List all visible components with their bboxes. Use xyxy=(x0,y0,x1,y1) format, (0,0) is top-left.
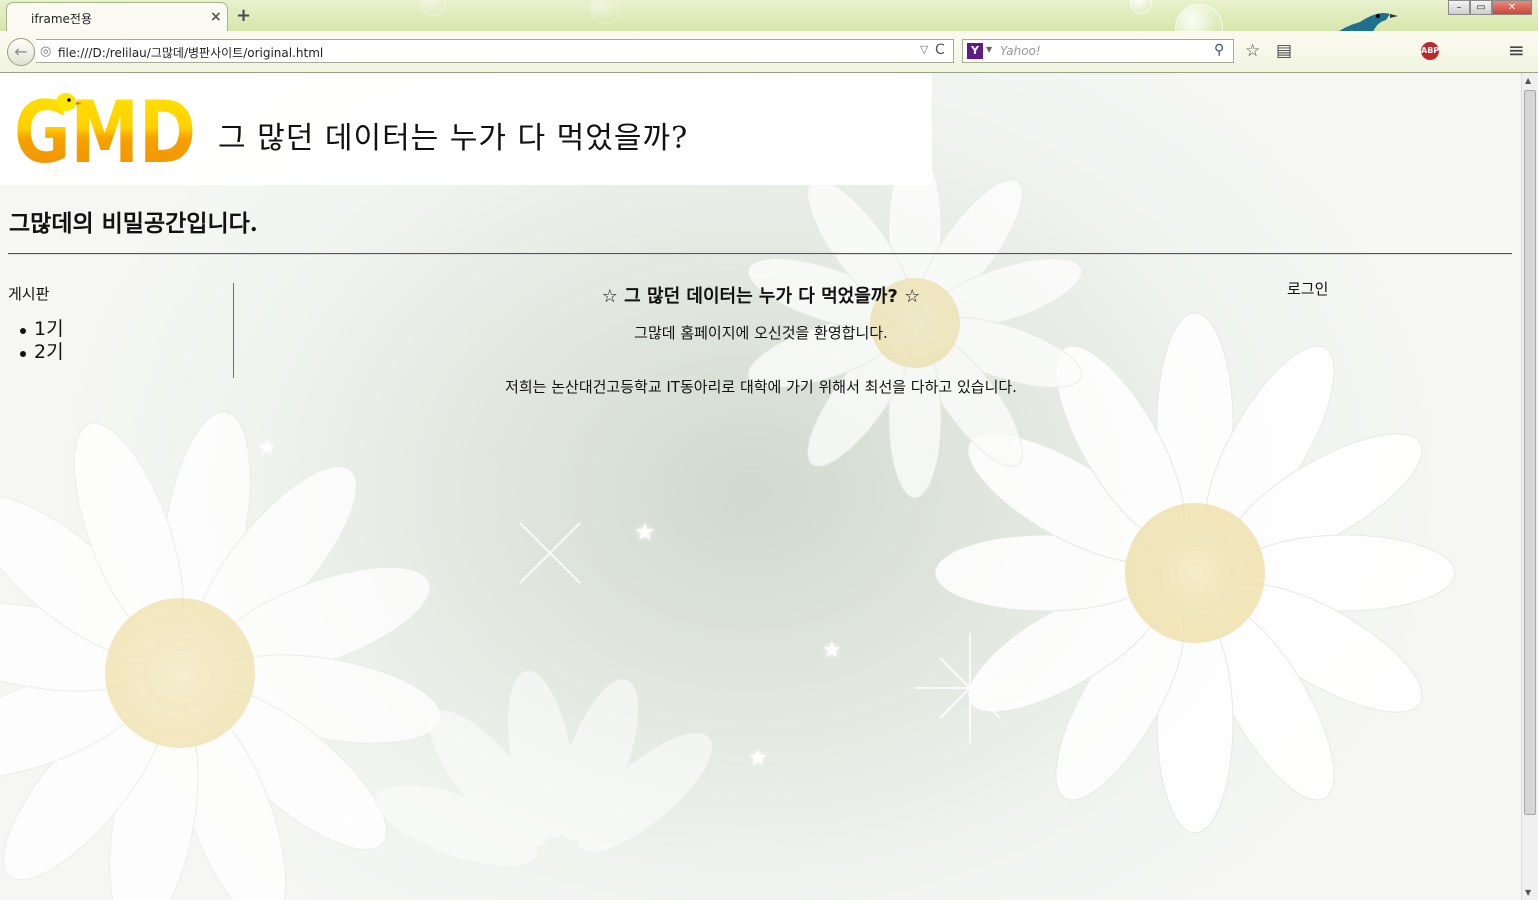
scroll-up-icon[interactable]: ▲ xyxy=(1525,76,1531,85)
intro-heading: 그많데의 비밀공간입니다. xyxy=(9,210,258,237)
tab-iframe[interactable]: iframe전용 × xyxy=(6,2,228,31)
star-sparkle: ★ xyxy=(748,746,768,771)
login-link[interactable]: 로그인 xyxy=(1287,278,1328,299)
daisy-background-art xyxy=(0,147,1456,900)
welcome-text: 그많데 홈페이지에 오신것을 환영합니다. xyxy=(634,324,888,342)
theme-bubble xyxy=(590,0,620,24)
engine-dropdown-icon[interactable]: ▼ xyxy=(986,45,992,54)
main-title: ☆ 그 많던 데이터는 누가 다 먹었을까? ☆ xyxy=(601,286,921,307)
hamburger-icon[interactable]: ≡ xyxy=(1508,38,1525,62)
site-title: 그 많던 데이터는 누가 다 먹었을까? xyxy=(218,121,689,156)
adblock-icon[interactable]: ABP xyxy=(1421,42,1439,60)
minimize-button[interactable]: – xyxy=(1448,0,1470,15)
url-dropdown-icon[interactable]: ▽ xyxy=(920,43,928,56)
reload-icon[interactable]: C xyxy=(935,42,945,58)
star-sparkle: ★ xyxy=(822,638,842,663)
close-window-button[interactable]: ✕ xyxy=(1492,0,1532,15)
navigation-toolbar: ← ◎ file:///D:/relilau/그많데/병판사이트/origina… xyxy=(0,31,1538,73)
board-heading: 게시판 xyxy=(8,285,50,303)
gmd-logo: GMD xyxy=(14,90,196,168)
reader-icon[interactable]: ▤ xyxy=(1276,41,1292,61)
maximize-button[interactable]: ▭ xyxy=(1470,0,1492,15)
vertical-scrollbar[interactable]: ▲ ▼ xyxy=(1521,73,1538,900)
theme-bubble xyxy=(420,0,446,16)
board-link-1[interactable]: 1기 xyxy=(20,318,233,341)
back-arrow-icon[interactable]: ← xyxy=(7,38,35,66)
url-text: file:///D:/relilau/그많데/병판사이트/original.ht… xyxy=(58,46,324,60)
description-text: 저희는 논산대건고등학교 IT동아리로 대학에 가기 위해서 최선을 다하고 있… xyxy=(505,378,1017,396)
theme-bubble xyxy=(1130,0,1152,14)
horizontal-divider xyxy=(8,253,1512,255)
page-viewport: ★ ★ ★ ★ ★ GMD 그 많던 데이터는 누가 다 먹었을까? 그많데의 … xyxy=(0,73,1521,900)
address-bar[interactable]: ◎ file:///D:/relilau/그많데/병판사이트/original.… xyxy=(36,39,954,63)
window-controls: – ▭ ✕ xyxy=(1448,0,1532,15)
scroll-down-icon[interactable]: ▼ xyxy=(1525,888,1531,897)
star-sparkle: ★ xyxy=(634,518,656,546)
magnifier-icon[interactable]: ⚲ xyxy=(1214,42,1224,58)
yahoo-engine-icon[interactable]: Y xyxy=(967,43,983,59)
search-box[interactable]: Y ▼ Yahoo! ⚲ xyxy=(962,39,1234,63)
new-tab-icon[interactable]: + xyxy=(236,5,251,26)
board-list: 1기 2기 xyxy=(8,318,233,364)
scroll-thumb[interactable] xyxy=(1524,90,1536,815)
globe-icon: ◎ xyxy=(40,44,52,59)
sidebar: 게시판 1기 2기 xyxy=(8,283,234,378)
svg-text:GMD: GMD xyxy=(14,90,196,168)
star-sparkle: ★ xyxy=(340,809,357,830)
tab-title: iframe전용 xyxy=(31,12,92,26)
search-input[interactable]: Yahoo! xyxy=(1000,44,1041,58)
star-icon[interactable]: ☆ xyxy=(1245,41,1260,61)
star-sparkle: ★ xyxy=(258,435,276,459)
board-link-2[interactable]: 2기 xyxy=(20,341,233,364)
header-banner: GMD 그 많던 데이터는 누가 다 먹었을까? xyxy=(0,73,932,185)
tab-close-icon[interactable]: × xyxy=(210,9,222,25)
